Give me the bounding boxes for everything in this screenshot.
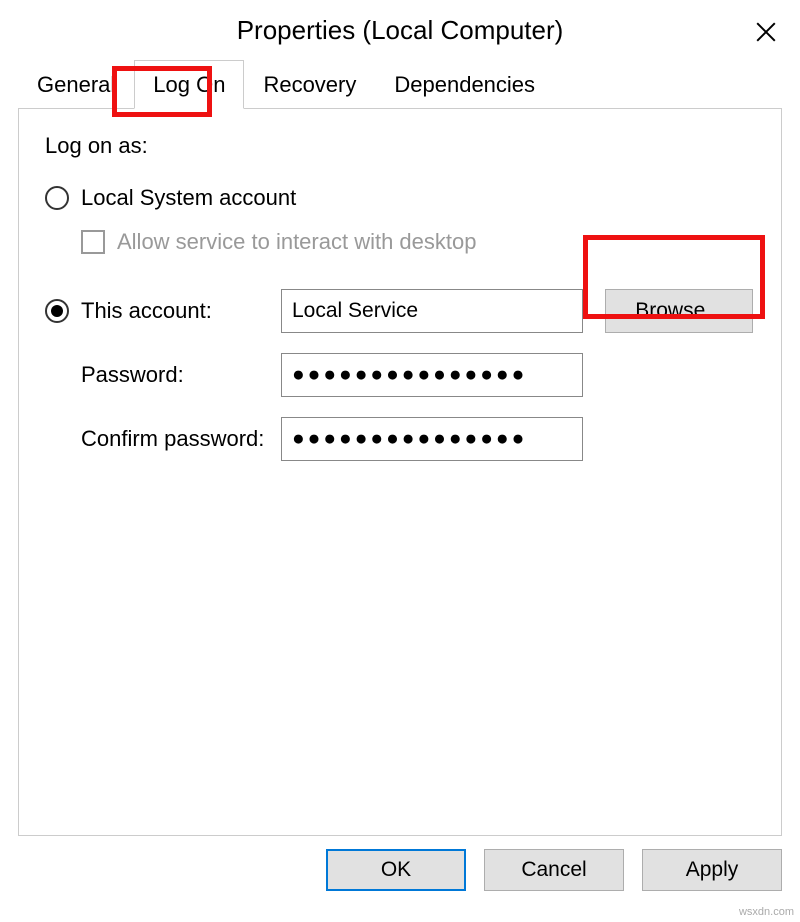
- window-title: Properties (Local Computer): [237, 15, 564, 46]
- confirm-password-row: Confirm password: ●●●●●●●●●●●●●●●: [45, 417, 755, 461]
- password-input[interactable]: ●●●●●●●●●●●●●●●: [281, 353, 583, 397]
- dialog-footer: OK Cancel Apply: [0, 849, 800, 907]
- tab-general[interactable]: General: [18, 60, 134, 109]
- logon-panel: Log on as: Local System account Allow se…: [18, 108, 782, 836]
- tab-strip: General Log On Recovery Dependencies: [0, 60, 800, 109]
- cancel-button[interactable]: Cancel: [484, 849, 624, 891]
- allow-interact-label: Allow service to interact with desktop: [117, 229, 477, 255]
- tab-logon[interactable]: Log On: [134, 60, 244, 109]
- this-account-label: This account:: [81, 298, 212, 324]
- allow-interact-row: Allow service to interact with desktop: [81, 229, 755, 255]
- local-system-row: Local System account: [45, 185, 755, 211]
- watermark: wsxdn.com: [739, 906, 794, 918]
- browse-button[interactable]: Browse...: [605, 289, 753, 333]
- account-input[interactable]: [281, 289, 583, 333]
- this-account-cell: This account:: [45, 298, 281, 324]
- logon-as-label: Log on as:: [45, 133, 755, 159]
- confirm-password-mask: ●●●●●●●●●●●●●●●: [282, 418, 527, 460]
- titlebar: Properties (Local Computer): [0, 0, 800, 60]
- apply-button[interactable]: Apply: [642, 849, 782, 891]
- local-system-radio[interactable]: [45, 186, 69, 210]
- tab-recovery[interactable]: Recovery: [244, 60, 375, 109]
- ok-button[interactable]: OK: [326, 849, 466, 891]
- this-account-row: This account: Browse...: [45, 289, 755, 333]
- close-button[interactable]: [748, 14, 784, 50]
- this-account-radio[interactable]: [45, 299, 69, 323]
- password-mask: ●●●●●●●●●●●●●●●: [282, 354, 527, 396]
- close-icon: [755, 21, 777, 43]
- password-label: Password:: [45, 362, 281, 388]
- confirm-password-label: Confirm password:: [45, 426, 281, 452]
- confirm-password-input[interactable]: ●●●●●●●●●●●●●●●: [281, 417, 583, 461]
- allow-interact-checkbox[interactable]: [81, 230, 105, 254]
- local-system-label: Local System account: [81, 185, 296, 211]
- password-row: Password: ●●●●●●●●●●●●●●●: [45, 353, 755, 397]
- tab-dependencies[interactable]: Dependencies: [375, 60, 554, 109]
